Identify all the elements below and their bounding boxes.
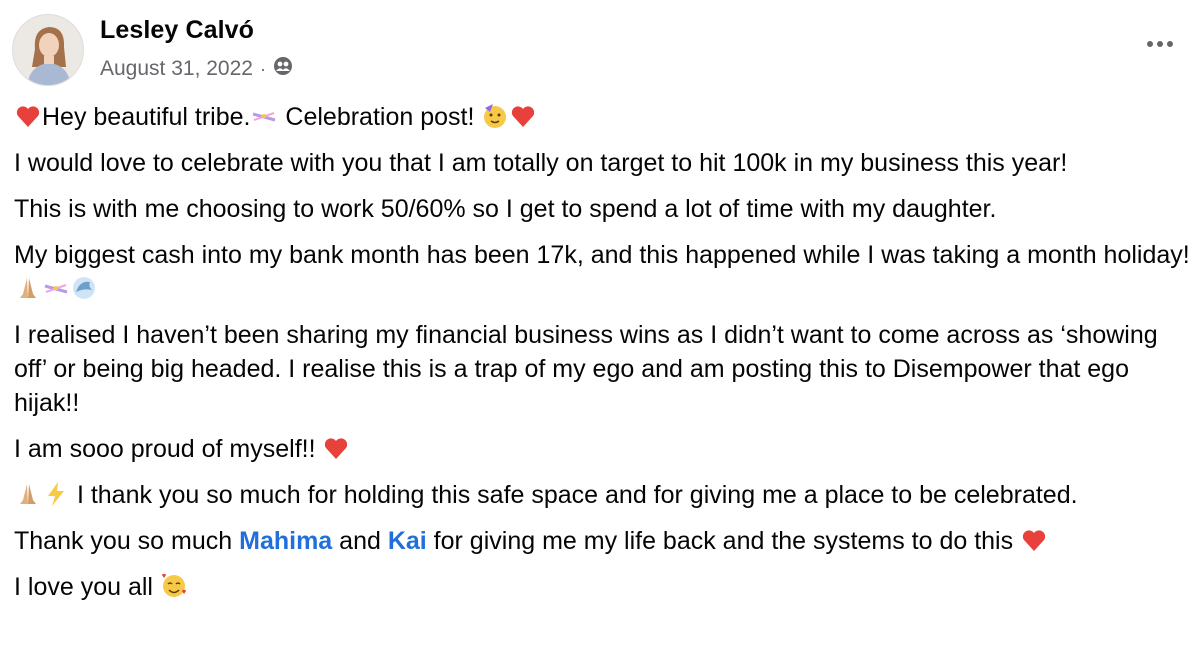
friends-audience-icon[interactable] [273, 56, 293, 82]
post-date[interactable]: August 31, 2022 [100, 57, 253, 81]
post-body: Hey beautiful tribe. Celebration post! I… [14, 100, 1190, 616]
thanks-text-and: and [332, 527, 388, 555]
paragraph-greeting: Hey beautiful tribe. Celebration post! [14, 100, 1190, 134]
meta-separator: · [259, 58, 266, 79]
thanks-text-end: for giving me my life back and the syste… [426, 527, 1021, 555]
red-heart-icon [14, 102, 42, 130]
paragraph-thanks-space: I thank you so much for holding this saf… [14, 478, 1190, 512]
smiling-face-with-hearts-icon [160, 572, 188, 600]
folded-hands-icon [14, 480, 42, 508]
folded-hands-icon [14, 274, 42, 302]
paragraph-realisation: I realised I haven’t been sharing my fin… [14, 321, 1158, 417]
red-heart-icon [322, 434, 350, 462]
greeting-text: Hey beautiful tribe. [42, 103, 251, 131]
more-options-icon[interactable] [1140, 32, 1180, 56]
lightning-icon [42, 480, 70, 508]
red-heart-icon [509, 102, 537, 130]
paragraph-proud: I am sooo proud of myself!! [14, 432, 1190, 466]
post-header: Lesley Calvó August 31, 2022 · [12, 12, 1188, 88]
paragraph-love: I love you all [14, 570, 1190, 604]
love-text: I love you all [14, 573, 160, 601]
sparkles-icon [250, 102, 278, 130]
paragraph-thanks-mentors: Thank you so much Mahima and Kai for giv… [14, 524, 1190, 558]
paragraph-work-balance: This is with me choosing to work 50/60% … [14, 195, 997, 223]
sparkles-icon [42, 274, 70, 302]
paragraph-biggest-month: My biggest cash into my bank month has b… [14, 238, 1190, 306]
mention-mahima[interactable]: Mahima [239, 527, 332, 555]
author-name[interactable]: Lesley Calvó [100, 16, 254, 45]
post-meta: August 31, 2022 · [100, 56, 293, 82]
red-heart-icon [1020, 526, 1048, 554]
proud-text: I am sooo proud of myself!! [14, 435, 323, 463]
paragraph-target: I would love to celebrate with you that … [14, 149, 1068, 177]
author-avatar[interactable] [12, 14, 84, 86]
thanks-space-text: I thank you so much for holding this saf… [70, 481, 1078, 509]
dolphin-icon [70, 274, 98, 302]
facebook-post: Lesley Calvó August 31, 2022 · Hey beaut… [0, 0, 1200, 666]
biggest-month-text: My biggest cash into my bank month has b… [14, 241, 1190, 269]
partying-face-icon [481, 102, 509, 130]
thanks-text-start: Thank you so much [14, 527, 240, 555]
celebration-text: Celebration post! [278, 103, 482, 131]
mention-kai[interactable]: Kai [388, 527, 427, 555]
